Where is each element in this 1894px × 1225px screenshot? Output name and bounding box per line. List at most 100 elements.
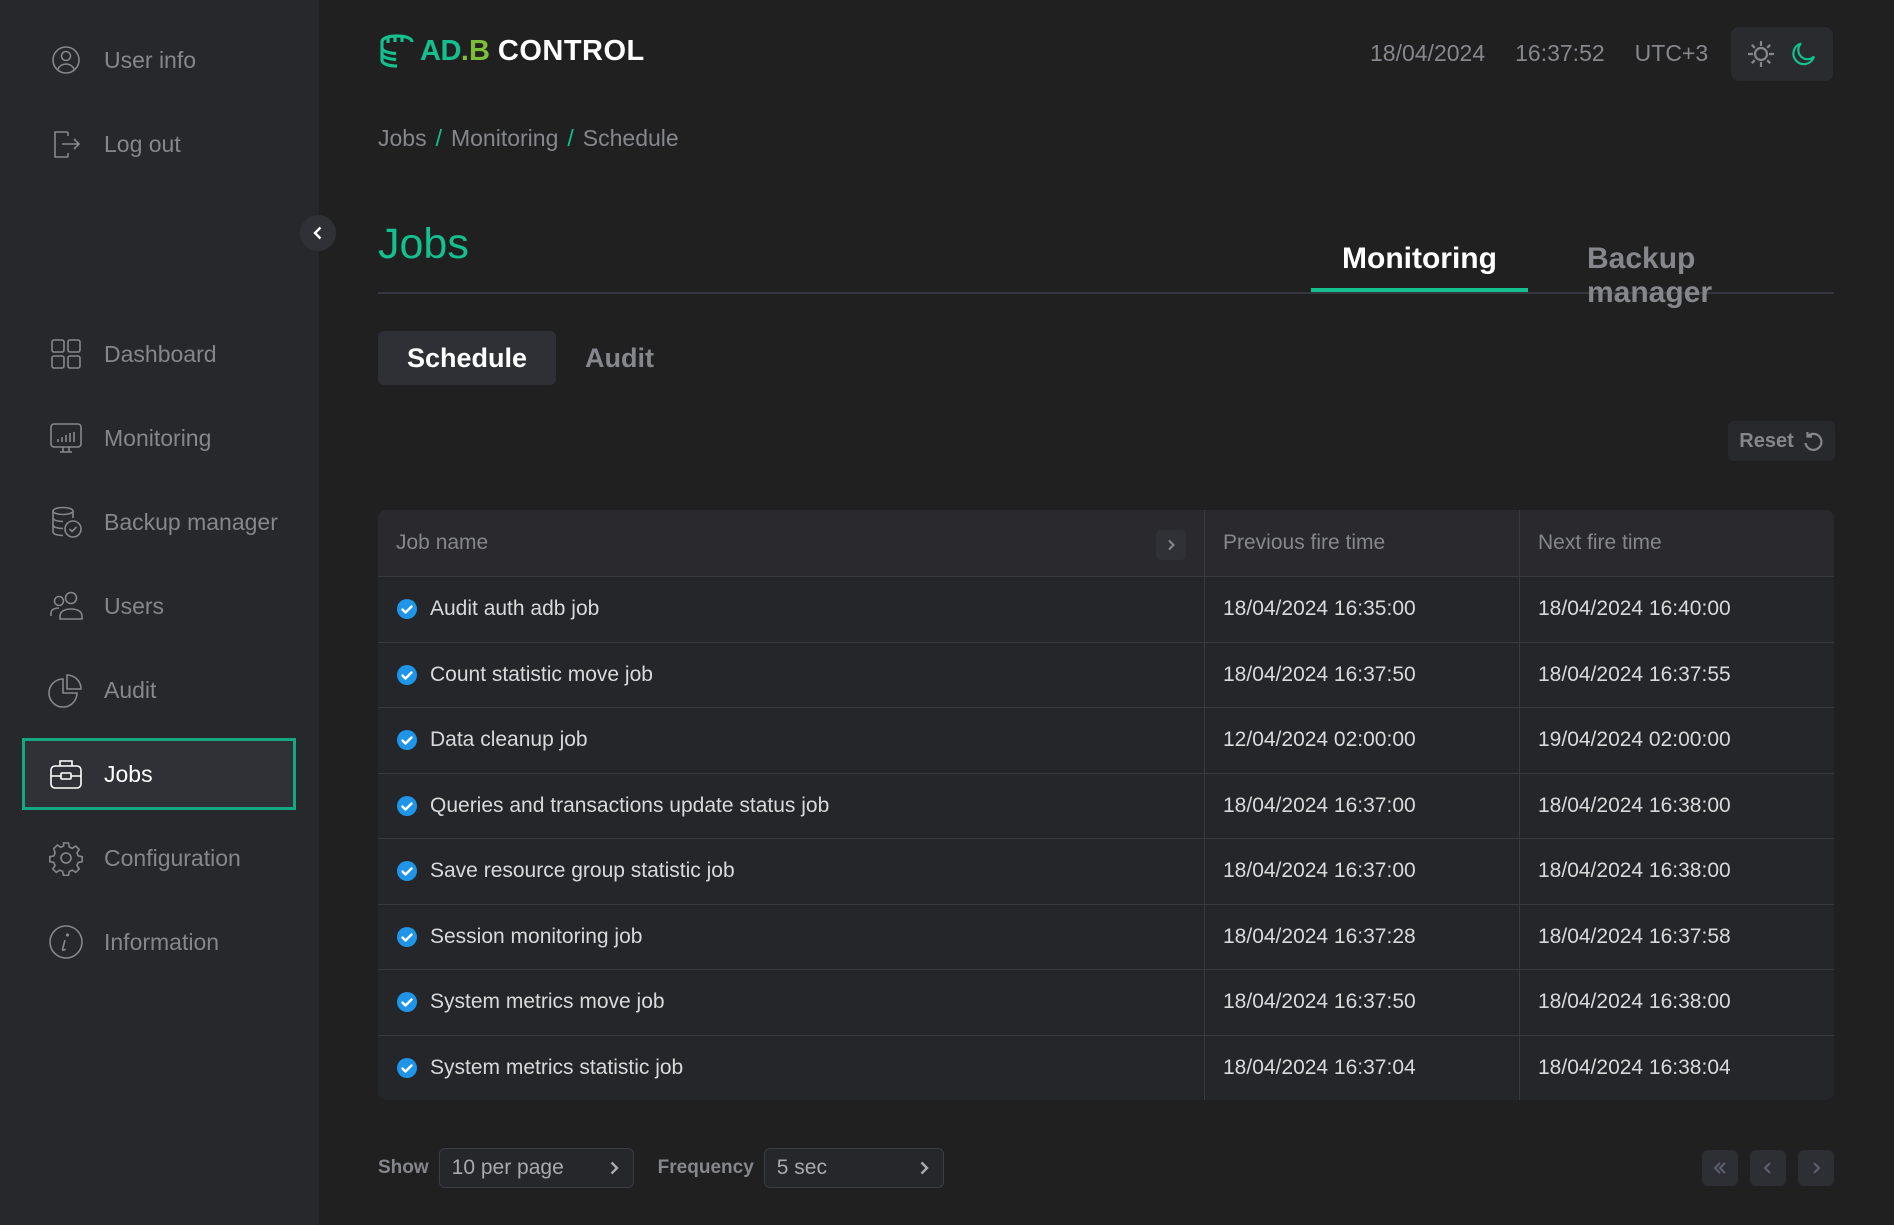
previous-fire-time-cell: 18/04/2024 16:37:50 — [1204, 970, 1519, 1035]
database-backup-icon — [48, 504, 84, 540]
table-row[interactable]: Session monitoring job 18/04/2024 16:37:2… — [378, 903, 1834, 970]
theme-switch[interactable] — [1731, 27, 1833, 81]
table-row[interactable]: Save resource group statistic job 18/04/2… — [378, 838, 1834, 904]
job-name-cell: Count statistic move job — [378, 643, 1204, 708]
job-name-cell: Save resource group statistic job — [378, 839, 1204, 904]
sidebar-collapse-button[interactable] — [300, 215, 336, 251]
monitor-chart-icon — [48, 420, 84, 456]
sidebar-item-audit[interactable]: Audit — [22, 654, 296, 726]
sidebar-item-jobs[interactable]: Jobs — [22, 738, 296, 810]
sidebar-item-label: Log out — [104, 130, 181, 157]
sidebar-item-dashboard[interactable]: Dashboard — [22, 318, 296, 390]
pie-chart-icon — [48, 672, 84, 708]
logout-icon — [48, 126, 84, 162]
sidebar-item-label: Information — [104, 928, 220, 955]
previous-page-button[interactable] — [1750, 1150, 1786, 1186]
previous-fire-time-cell: 18/04/2024 16:37:50 — [1204, 642, 1519, 707]
sidebar-item-backup-manager[interactable]: Backup manager — [22, 486, 296, 558]
moon-icon[interactable] — [1789, 39, 1819, 69]
frequency-label: Frequency — [657, 1157, 754, 1178]
job-name: Save resource group statistic job — [430, 859, 735, 883]
current-date: 18/04/2024 — [1370, 40, 1486, 66]
sidebar-item-label: User info — [104, 46, 197, 73]
breadcrumb-separator: / — [567, 125, 574, 151]
next-fire-time-cell: 18/04/2024 16:38:00 — [1519, 773, 1834, 838]
sidebar-item-information[interactable]: Information — [22, 906, 296, 978]
jobs-table: Job name Previous fire time Next fire ti… — [378, 510, 1834, 1100]
status-check-icon — [397, 599, 417, 620]
status-check-icon — [397, 926, 417, 947]
next-fire-time-cell: 18/04/2024 16:38:00 — [1519, 970, 1834, 1035]
dashboard-icon — [48, 336, 84, 372]
table-row[interactable]: Audit auth adb job 18/04/2024 16:35:00 18/… — [378, 576, 1834, 642]
sidebar-item-label: Monitoring — [104, 424, 212, 451]
sidebar-item-label: Backup manager — [104, 508, 278, 535]
breadcrumb-item[interactable]: Monitoring — [451, 125, 558, 152]
expand-column-button[interactable] — [1156, 530, 1186, 560]
column-header-label: Job name — [396, 531, 489, 554]
show-label: Show — [378, 1157, 429, 1178]
sidebar-item-user-info[interactable]: User info — [22, 24, 296, 96]
column-header-next-fire-time[interactable]: Next fire time — [1519, 510, 1834, 576]
job-name-cell: Queries and transactions update status j… — [378, 774, 1204, 839]
tab-schedule[interactable]: Schedule — [378, 331, 557, 385]
info-icon — [48, 924, 84, 960]
tab-monitoring[interactable]: Monitoring — [1311, 230, 1528, 292]
sidebar-item-configuration[interactable]: Configuration — [22, 822, 296, 894]
breadcrumb-item[interactable]: Jobs — [378, 125, 427, 152]
previous-fire-time-cell: 12/04/2024 02:00:00 — [1204, 708, 1519, 773]
logo-text-b: .B — [460, 34, 490, 67]
table-row[interactable]: System metrics move job 18/04/2024 16:37:… — [378, 969, 1834, 1035]
page-size-select[interactable]: 10 per page — [438, 1148, 634, 1188]
sidebar-item-monitoring[interactable]: Monitoring — [22, 402, 296, 474]
tab-audit[interactable]: Audit — [556, 331, 683, 385]
gear-icon — [48, 840, 84, 876]
job-name: Data cleanup job — [430, 728, 588, 752]
sidebar-item-users[interactable]: Users — [22, 570, 296, 642]
frequency-value: 5 sec — [776, 1156, 827, 1179]
next-fire-time-cell: 18/04/2024 16:37:58 — [1519, 904, 1834, 969]
double-chevron-left-icon — [1713, 1162, 1726, 1174]
first-page-button[interactable] — [1702, 1150, 1738, 1186]
breadcrumb-item: Schedule — [582, 125, 679, 151]
job-name-cell: Session monitoring job — [378, 905, 1204, 970]
frequency-select[interactable]: 5 sec — [763, 1148, 944, 1188]
chevron-left-icon — [1763, 1162, 1771, 1174]
briefcase-icon — [48, 756, 84, 792]
column-header-job-name[interactable]: Job name — [378, 510, 1204, 576]
tab-backup-manager[interactable]: Backup manager — [1556, 230, 1834, 309]
next-fire-time-cell: 18/04/2024 16:38:00 — [1519, 839, 1834, 904]
status-check-icon — [397, 730, 417, 751]
job-name-cell: System metrics statistic job — [378, 1036, 1204, 1101]
status-check-icon — [397, 861, 417, 882]
sidebar-item-label: Users — [104, 592, 165, 619]
previous-fire-time-cell: 18/04/2024 16:37:00 — [1204, 773, 1519, 838]
pagination — [1702, 1150, 1834, 1186]
next-page-button[interactable] — [1798, 1150, 1834, 1186]
table-row[interactable]: Queries and transactions update status j… — [378, 772, 1834, 839]
chevron-left-icon — [313, 226, 322, 240]
column-header-previous-fire-time[interactable]: Previous fire time — [1204, 510, 1519, 576]
sidebar: User info Log out Dashboard Monitoring B… — [0, 0, 319, 1225]
sun-icon[interactable] — [1746, 39, 1776, 69]
breadcrumb-separator: / — [435, 125, 442, 151]
previous-fire-time-cell: 18/04/2024 16:37:00 — [1204, 839, 1519, 904]
logo-text-ad: AD — [420, 34, 461, 67]
reset-button[interactable]: Reset — [1728, 421, 1835, 461]
table-row[interactable]: Data cleanup job 12/04/2024 02:00:00 19/04… — [378, 707, 1834, 773]
previous-fire-time-cell: 18/04/2024 16:37:28 — [1204, 904, 1519, 969]
next-fire-time-cell: 18/04/2024 16:37:55 — [1519, 642, 1834, 707]
job-name-cell: Data cleanup job — [378, 708, 1204, 773]
job-name: Queries and transactions update status j… — [430, 793, 830, 817]
app-logo[interactable]: AD .B CONTROL — [378, 30, 645, 72]
chevron-right-icon — [920, 1161, 929, 1175]
job-name: Count statistic move job — [430, 662, 653, 686]
next-fire-time-cell: 18/04/2024 16:40:00 — [1519, 577, 1834, 642]
adb-logo-icon — [380, 34, 414, 68]
table-row[interactable]: System metrics statistic job 18/04/2024 1… — [378, 1034, 1834, 1101]
status-check-icon — [397, 1057, 417, 1078]
job-name-cell: System metrics move job — [378, 970, 1204, 1035]
chevron-right-icon — [1168, 539, 1175, 551]
table-row[interactable]: Count statistic move job 18/04/2024 16:37… — [378, 641, 1834, 708]
sidebar-item-log-out[interactable]: Log out — [22, 108, 296, 180]
